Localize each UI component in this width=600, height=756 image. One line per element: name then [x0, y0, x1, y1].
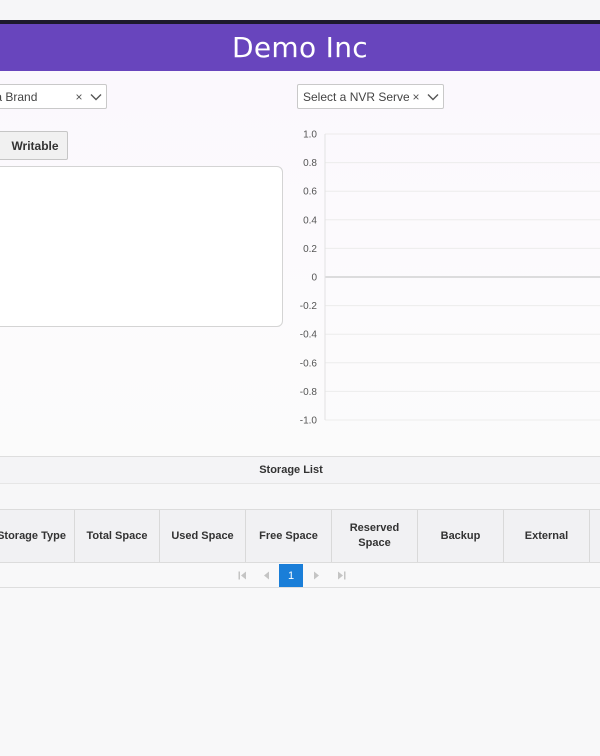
y-tick-label: 0.6	[303, 187, 317, 198]
browser-top-strip	[0, 0, 600, 20]
column-total-space[interactable]: Total Space	[75, 510, 160, 562]
storage-list-title-bar: Storage List	[0, 456, 600, 484]
storage-list-title: Storage List	[259, 464, 323, 476]
details-text-box[interactable]	[0, 166, 283, 327]
first-page-icon[interactable]	[236, 563, 248, 588]
last-page-icon[interactable]	[335, 563, 347, 588]
storage-toolbar	[0, 484, 600, 509]
prev-page-icon[interactable]	[261, 563, 271, 588]
company-title: Demo Inc	[232, 31, 368, 64]
page-footer-area	[0, 589, 600, 756]
y-tick-label: -1.0	[300, 416, 318, 427]
y-tick-label: 0.2	[303, 244, 317, 255]
column-free-space[interactable]: Free Space	[246, 510, 332, 562]
nvr-select-value: Select a NVR Server	[303, 89, 409, 104]
x-icon[interactable]: ×	[409, 90, 423, 104]
chevron-down-icon[interactable]	[423, 93, 443, 101]
page-1-button[interactable]: 1	[279, 564, 303, 587]
y-tick-label: 1.0	[303, 130, 317, 141]
x-icon[interactable]: ×	[72, 90, 86, 104]
brand-select-value: ect a Brand	[0, 89, 38, 104]
y-tick-label: -0.6	[300, 358, 318, 369]
y-tick-label: 0.4	[303, 215, 317, 226]
column-reserved-space[interactable]: Reserved Space	[332, 510, 418, 562]
app-header: Demo Inc	[0, 24, 600, 71]
y-tick-label: 0.8	[303, 158, 317, 169]
brand-select[interactable]: ect a Brand ×	[0, 84, 107, 109]
column-used-space[interactable]: Used Space	[160, 510, 246, 562]
y-tick-label: -0.4	[300, 330, 318, 341]
storage-chart: 1.0 0.8 0.6 0.4 0.2 0 -0.2 -0.4 -0.6 -0.8 -1.0	[300, 130, 600, 427]
pagination: 1	[0, 563, 600, 588]
y-tick-label: -0.2	[300, 301, 318, 312]
column-backup[interactable]: Backup	[418, 510, 504, 562]
column-more	[590, 510, 600, 562]
storage-table-header: Storage Type Total Space Used Space Free…	[0, 509, 600, 563]
column-external[interactable]: External	[504, 510, 590, 562]
y-tick-label: -0.8	[300, 387, 318, 398]
y-tick-label: 0	[311, 273, 317, 284]
nvr-server-select[interactable]: Select a NVR Server ×	[297, 84, 444, 109]
chevron-down-icon[interactable]	[86, 93, 106, 101]
column-storage-type[interactable]: Storage Type	[0, 510, 75, 562]
writable-button[interactable]: Writable	[0, 131, 68, 160]
next-page-icon[interactable]	[311, 563, 321, 588]
